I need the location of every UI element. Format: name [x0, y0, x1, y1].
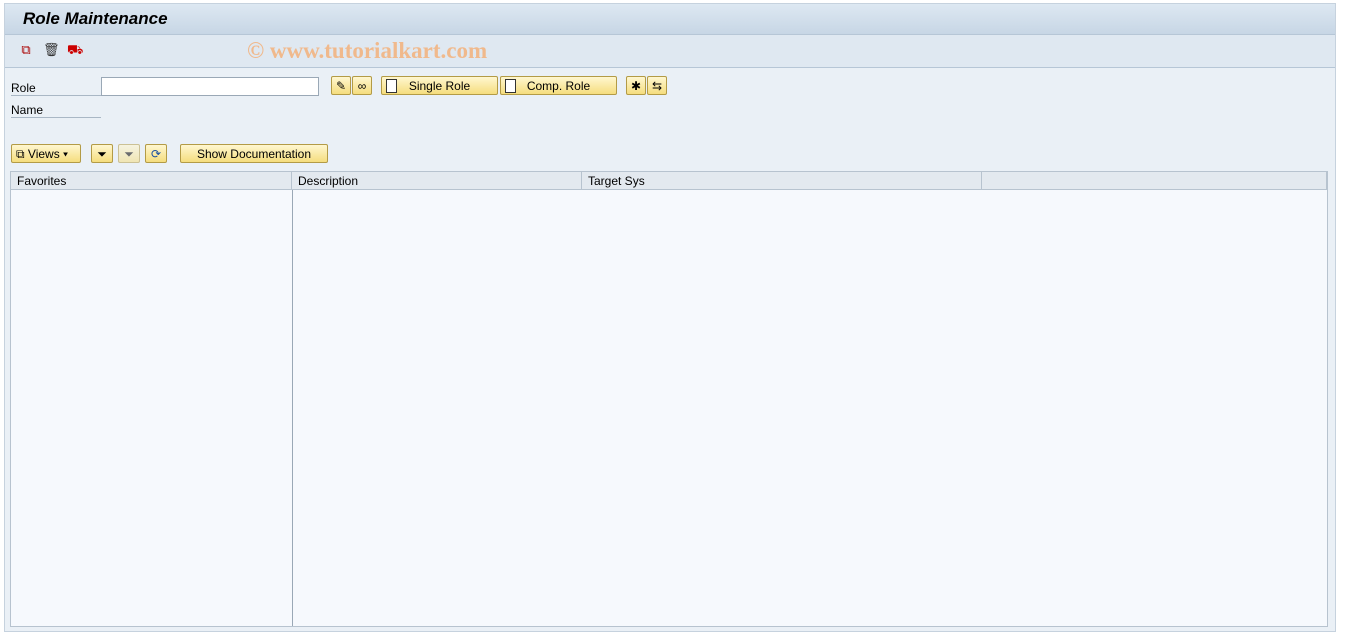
single-role-button[interactable]: Single Role [381, 76, 498, 95]
filter-button[interactable]: ⏷ [91, 144, 113, 163]
title-bar: Role Maintenance [5, 4, 1335, 35]
glasses-icon: ∞ [357, 79, 367, 93]
watermark: © www.tutorialkart.com [247, 38, 488, 63]
filter-delete-icon: ⏷ [124, 147, 134, 161]
refresh-button[interactable]: ⟳ [145, 144, 167, 163]
refresh-icon: ⟳ [150, 147, 162, 161]
role-input[interactable] [101, 77, 319, 96]
column-divider [292, 190, 293, 626]
delete-icon[interactable]: 🗑 [43, 43, 60, 57]
create-button[interactable]: ✱ [626, 76, 646, 95]
views-button[interactable]: ⧉ Views ▾ [11, 144, 81, 163]
pencil-icon: ✎ [335, 79, 347, 93]
new-icon: ✱ [630, 79, 642, 93]
divider [11, 95, 101, 96]
display-button[interactable]: ∞ [352, 76, 372, 95]
page-title: Role Maintenance [23, 9, 168, 28]
comp-role-button[interactable]: Comp. Role [500, 76, 617, 95]
filter-icon: ⏷ [97, 147, 107, 161]
distribute-button[interactable]: ⇆ [647, 76, 667, 95]
comp-role-label: Comp. Role [526, 79, 591, 93]
column-header-empty [982, 172, 1327, 190]
document-icon [386, 79, 397, 93]
document-icon [505, 79, 516, 93]
application-toolbar: ⧉ 🗑 ⛟ © www.tutorialkart.com [5, 35, 1335, 68]
distribute-icon: ⇆ [651, 79, 663, 93]
role-tree-table: Favorites Description Target Sys [10, 171, 1328, 627]
copy-icon[interactable]: ⧉ [19, 43, 33, 57]
show-doc-label: Show Documentation [196, 147, 312, 161]
change-button[interactable]: ✎ [331, 76, 351, 95]
column-header-favorites[interactable]: Favorites [11, 172, 292, 190]
column-header-target-sys[interactable]: Target Sys [582, 172, 982, 190]
views-label: Views [27, 147, 60, 161]
sap-window: Role Maintenance ⧉ 🗑 ⛟ © www.tutorialkar… [4, 3, 1336, 632]
name-label: Name [11, 103, 44, 117]
delete-filter-button[interactable]: ⏷ [118, 144, 140, 163]
divider [11, 117, 101, 118]
role-label: Role [11, 81, 36, 95]
views-icon: ⧉ [16, 147, 25, 161]
single-role-label: Single Role [408, 79, 471, 93]
transport-icon[interactable]: ⛟ [67, 43, 83, 57]
column-header-description[interactable]: Description [292, 172, 582, 190]
show-documentation-button[interactable]: Show Documentation [180, 144, 328, 163]
